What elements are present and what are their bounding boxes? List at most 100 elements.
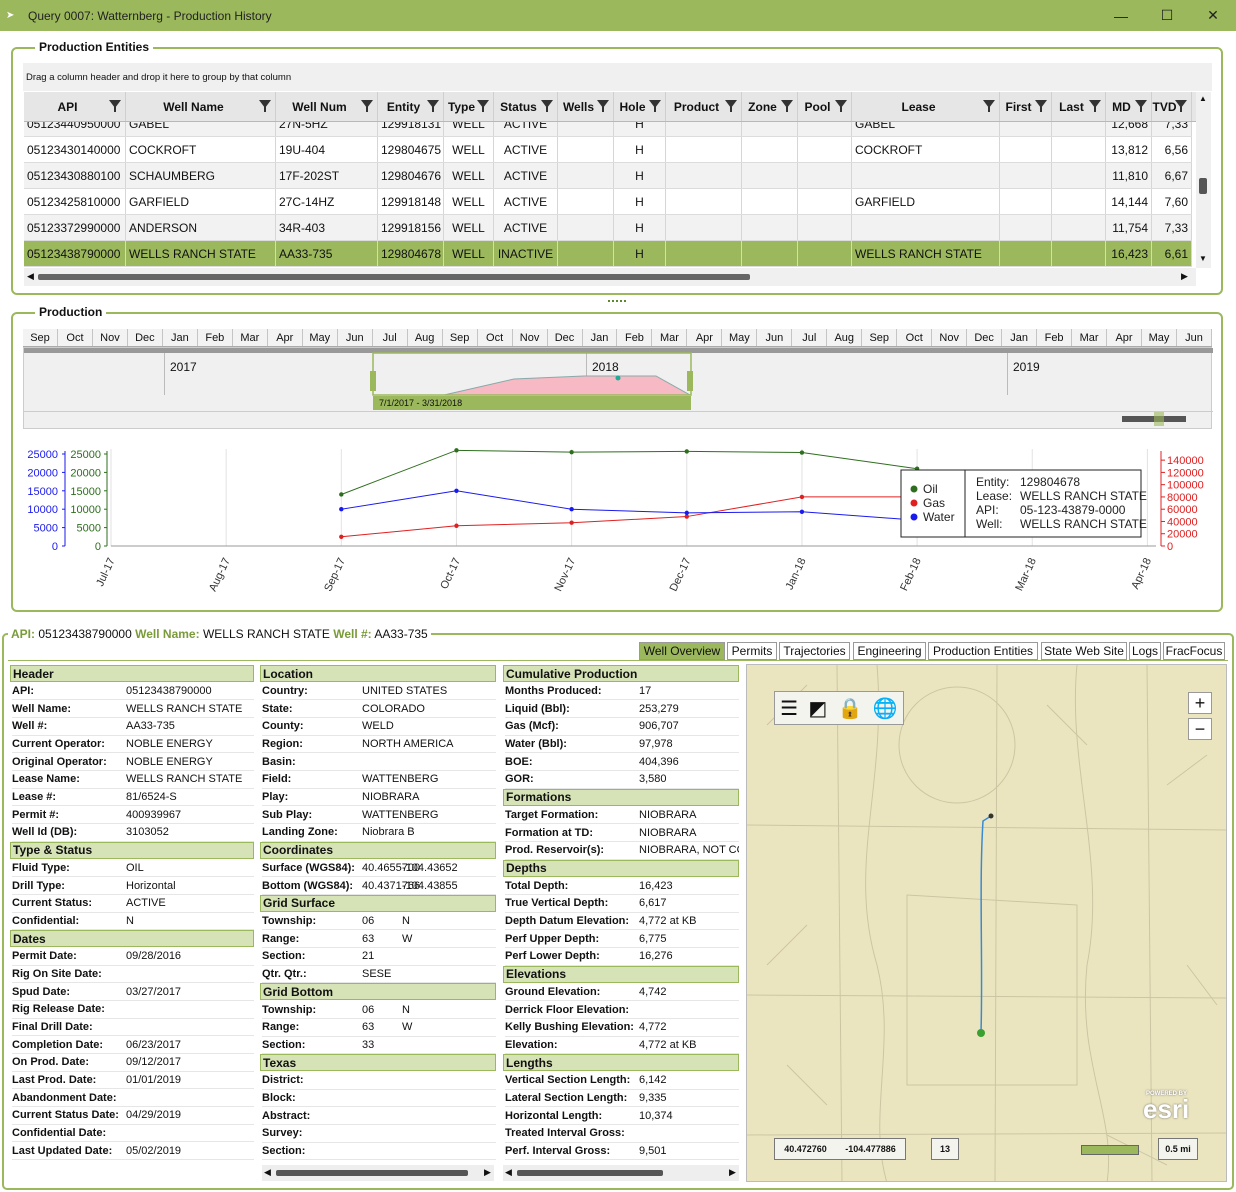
field-row: Horizontal Length: 10,374	[505, 1108, 739, 1126]
field-value: NIOBRARA, NOT COI	[639, 844, 739, 857]
table-row[interactable]: 05123440950000 GABEL 27N-5HZ 129918131 WELL A…	[24, 122, 1192, 137]
filter-icon[interactable]	[597, 100, 609, 112]
filter-icon[interactable]	[1089, 100, 1101, 112]
splitter-grip[interactable]	[608, 300, 626, 304]
column-header-type[interactable]: Type	[444, 92, 494, 121]
column-header-wells[interactable]: Wells	[558, 92, 614, 121]
field-value: Horizontal	[126, 879, 176, 892]
column-header-tvd[interactable]: TVD	[1152, 92, 1192, 121]
details-horizontal-scrollbar[interactable]: ◀ ▶	[262, 1165, 494, 1181]
field-value-2: -104.43855	[402, 879, 458, 892]
tab-fracfocus[interactable]: FracFocus	[1163, 642, 1225, 660]
column-header-status[interactable]: Status	[494, 92, 558, 121]
table-cell: H	[614, 122, 666, 136]
tab-production-entities[interactable]: Production Entities	[928, 642, 1038, 660]
column-header-entity[interactable]: Entity	[378, 92, 444, 121]
field-label: Section:	[262, 950, 306, 963]
list-icon[interactable]: ☰	[780, 696, 798, 721]
tab-engineering[interactable]: Engineering	[853, 642, 926, 660]
table-row[interactable]: 05123425810000 GARFIELD 27C-14HZ 129918148 W…	[24, 189, 1192, 215]
filter-icon[interactable]	[361, 100, 373, 112]
tab-logs[interactable]: Logs	[1129, 642, 1161, 660]
details-horizontal-scrollbar-2[interactable]: ◀ ▶	[503, 1165, 739, 1181]
column-header-hole[interactable]: Hole	[614, 92, 666, 121]
minimize-button[interactable]: —	[1098, 0, 1144, 31]
table-row[interactable]: 05123430140000 COCKROFT 19U-404 129804675 WE…	[24, 137, 1192, 163]
column-header-well-num[interactable]: Well Num	[276, 92, 378, 121]
grid-horizontal-scrollbar[interactable]: ◀ ▶	[24, 268, 1196, 286]
field-label: Target Formation:	[505, 808, 599, 821]
field-label: Perf. Interval Gross:	[505, 1145, 611, 1158]
field-row: Last Updated Date: 05/02/2019	[12, 1142, 254, 1160]
close-button[interactable]: ✕	[1190, 0, 1236, 31]
filter-icon[interactable]	[983, 100, 995, 112]
filter-icon[interactable]	[259, 100, 271, 112]
filter-icon[interactable]	[427, 100, 439, 112]
lock-icon[interactable]: 🔒	[838, 696, 863, 721]
field-value: N	[126, 914, 134, 927]
tab-trajectories[interactable]: Trajectories	[779, 642, 850, 660]
grid-vertical-scrollbar[interactable]: ▲ ▼	[1196, 92, 1211, 268]
filter-icon[interactable]	[477, 100, 489, 112]
zoom-in-button[interactable]: +	[1188, 692, 1212, 714]
filter-icon[interactable]	[649, 100, 661, 112]
basemap-icon[interactable]: ◩	[808, 696, 827, 721]
table-row[interactable]: 05123438790000 WELLS RANCH STATE AA33-735 1…	[24, 241, 1192, 267]
field-label: Drill Type:	[12, 879, 65, 892]
zoom-out-button[interactable]: −	[1188, 718, 1212, 740]
column-header-zone[interactable]: Zone	[742, 92, 798, 121]
filter-icon[interactable]	[781, 100, 793, 112]
timeline-band[interactable]: 2017 2018 2019 7/1/2017 - 3/31/2018	[23, 347, 1213, 429]
filter-icon[interactable]	[541, 100, 553, 112]
month-cell: Jul	[792, 329, 828, 346]
table-cell: AA33-735	[276, 241, 378, 266]
month-cell: Apr	[268, 329, 303, 346]
column-header-well-name[interactable]: Well Name	[126, 92, 276, 121]
filter-icon[interactable]	[1175, 100, 1187, 112]
column-header-last[interactable]: Last	[1052, 92, 1106, 121]
column-header-first[interactable]: First	[1000, 92, 1052, 121]
table-cell: 6,56	[1152, 137, 1192, 162]
range-handle-right[interactable]	[687, 371, 693, 391]
field-label: Range:	[262, 1021, 300, 1034]
field-value: 21	[362, 950, 375, 963]
table-row[interactable]: 05123430880100 SCHAUMBERG 17F-202ST 1298046…	[24, 163, 1192, 189]
range-handle-left[interactable]	[370, 371, 376, 391]
data-point-water	[569, 507, 574, 512]
column-header-api[interactable]: API	[24, 92, 126, 121]
filter-icon[interactable]	[1035, 100, 1047, 112]
table-row[interactable]: 05123372990000 ANDERSON 34R-403 129918156 WE…	[24, 215, 1192, 241]
table-cell	[798, 189, 852, 214]
filter-icon[interactable]	[1135, 100, 1147, 112]
globe-icon[interactable]: 🌐	[873, 696, 898, 721]
field-label: Current Status Date:	[12, 1109, 119, 1122]
table-cell: 17F-202ST	[276, 163, 378, 188]
field-row: Lease Name: WELLS RANCH STATE	[12, 771, 254, 789]
filter-icon[interactable]	[725, 100, 737, 112]
field-row: Formation at TD: NIOBRARA	[505, 824, 739, 842]
table-cell: WELL	[444, 215, 494, 240]
field-label: Confidential Date:	[12, 1126, 107, 1139]
table-cell: 12,668	[1106, 122, 1152, 136]
field-label: Survey:	[262, 1127, 303, 1140]
column-header-product[interactable]: Product	[666, 92, 742, 121]
field-row: Well Name: WELLS RANCH STATE	[12, 701, 254, 719]
tab-permits[interactable]: Permits	[727, 642, 777, 660]
maximize-button[interactable]: ☐	[1144, 0, 1190, 31]
filter-icon[interactable]	[109, 100, 121, 112]
column-header-pool[interactable]: Pool	[798, 92, 852, 121]
range-bar[interactable]: 7/1/2017 - 3/31/2018	[373, 396, 691, 410]
column-header-lease[interactable]: Lease	[852, 92, 1000, 121]
field-row: BOE: 404,396	[505, 754, 739, 772]
table-cell	[1000, 122, 1052, 136]
tab-state-web-site[interactable]: State Web Site	[1041, 642, 1127, 660]
filter-icon[interactable]	[835, 100, 847, 112]
group-drop-area[interactable]: Drag a column header and drop it here to…	[23, 63, 1212, 91]
tab-well-overview[interactable]: Well Overview	[639, 642, 725, 660]
field-label: District:	[262, 1074, 304, 1087]
table-cell	[798, 163, 852, 188]
field-label: On Prod. Date:	[12, 1056, 90, 1069]
map-view[interactable]: ☰ ◩ 🔒 🌐 + − POWERED BY esri 40.472760 -10…	[746, 664, 1227, 1182]
detail-header: API: 05123438790000 Well Name: WELLS RAN…	[8, 627, 431, 641]
column-header-md[interactable]: MD	[1106, 92, 1152, 121]
